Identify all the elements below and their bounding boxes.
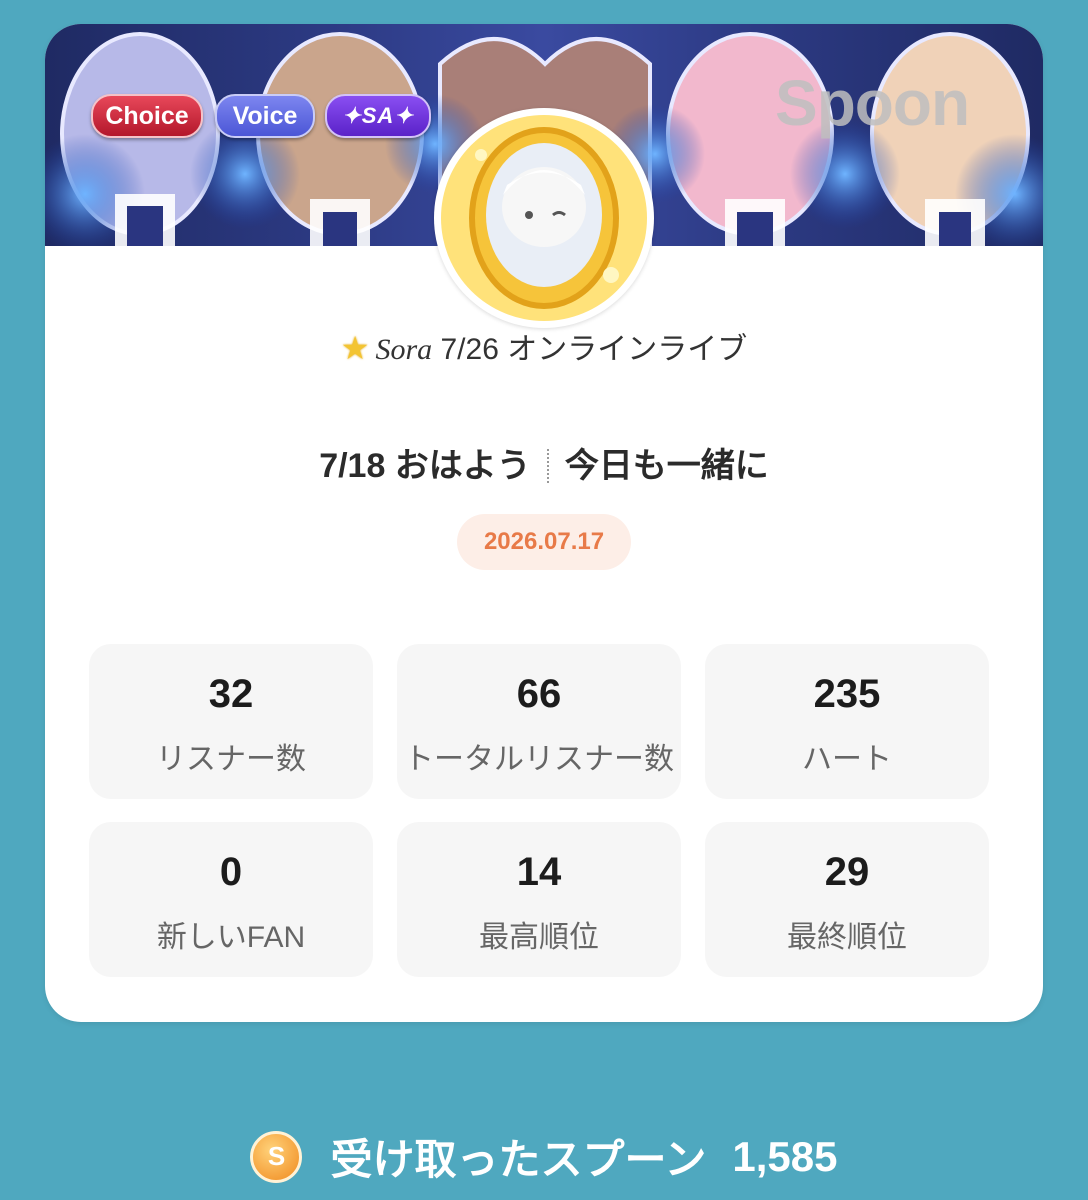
- live-title-text: 7/26 オンラインライブ: [432, 333, 748, 366]
- subtitle-right: 今日も一緒に: [564, 447, 769, 485]
- avatar[interactable]: [434, 108, 654, 328]
- choice-badge: Choice: [91, 94, 203, 138]
- stat-label: リスナー数: [156, 743, 306, 776]
- stat-listeners: 32 リスナー数: [89, 644, 373, 799]
- stat-label: 最高順位: [479, 921, 599, 954]
- stat-value: 0: [219, 850, 243, 894]
- live-title: ★ Sora 7/26 オンラインライブ: [45, 324, 1043, 368]
- spoon-logo: Spoon: [775, 67, 970, 139]
- spoons-received: S 受け取ったスプーン 1,585: [0, 1126, 1088, 1187]
- stat-label: ハート: [802, 743, 892, 776]
- host-name: Sora: [375, 333, 433, 366]
- subtitle-left: 7/18 おはよう: [319, 447, 531, 485]
- stat-new-fans: 0 新しいFAN: [89, 822, 373, 977]
- voice-badge: Voice: [215, 94, 315, 138]
- stat-value: 66: [516, 672, 562, 716]
- spoons-received-amount: 1,585: [732, 1132, 838, 1180]
- spoons-received-label: 受け取ったスプーン: [330, 1136, 707, 1183]
- sa-badge: ✦SA✦: [325, 94, 431, 138]
- star-icon: ★: [340, 330, 370, 366]
- stat-label: トータルリスナー数: [404, 743, 674, 776]
- stat-value: 29: [824, 850, 870, 894]
- stat-label: 新しいFAN: [156, 921, 306, 954]
- spoon-coin-icon: S: [250, 1130, 303, 1183]
- stat-final-rank: 29 最終順位: [705, 822, 989, 977]
- stat-best-rank: 14 最高順位: [397, 822, 681, 977]
- stat-label: 最終順位: [787, 921, 907, 954]
- stat-value: 32: [208, 672, 254, 716]
- live-subtitle: 7/18 おはよう 今日も一緒に: [45, 438, 1043, 487]
- stat-value: 235: [813, 672, 881, 716]
- live-summary-card: Choice Voice ✦SA✦ Spoon ★ Sora 7/26 オンライン…: [45, 24, 1043, 1022]
- stat-total-listeners: 66 トータルリスナー数: [397, 644, 681, 799]
- avatar-image: [441, 115, 647, 321]
- date-badge: 2026.07.17: [457, 514, 631, 570]
- stat-hearts: 235 ハート: [705, 644, 989, 799]
- stat-value: 14: [516, 850, 562, 894]
- subtitle-divider: [546, 449, 549, 483]
